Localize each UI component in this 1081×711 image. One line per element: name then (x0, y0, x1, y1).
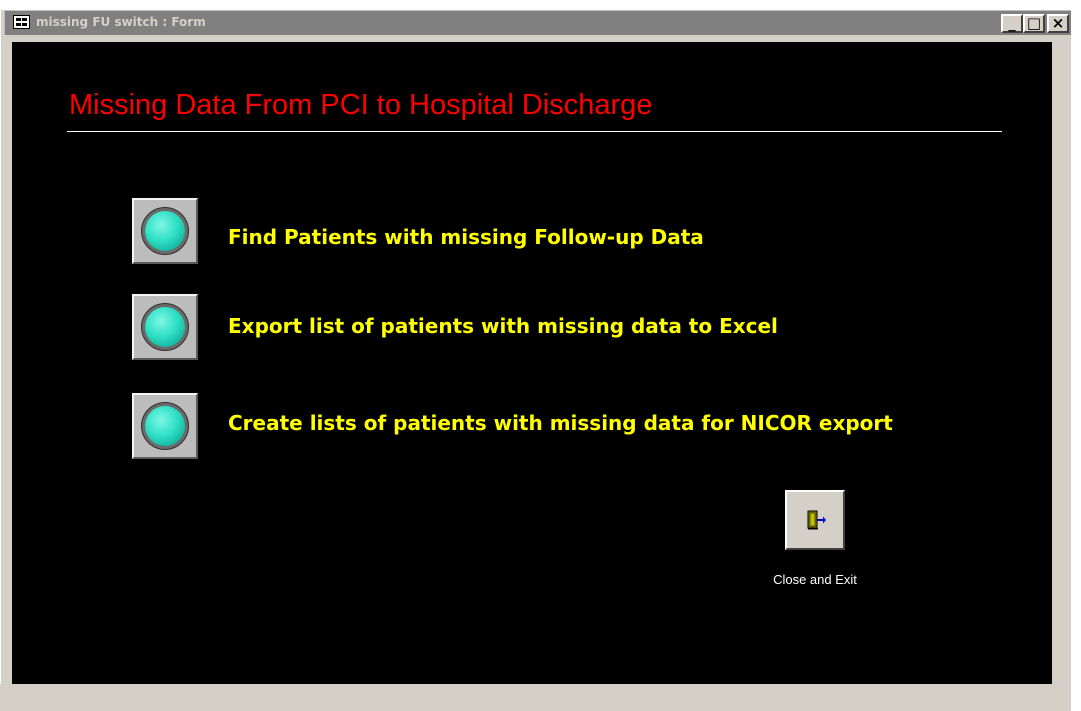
export-to-excel-label[interactable]: Export list of patients with missing dat… (228, 314, 778, 338)
title-bar[interactable]: missing FU switch : Form _ □ × (4, 10, 1071, 35)
find-missing-followup-label[interactable]: Find Patients with missing Follow-up Dat… (228, 225, 704, 249)
exit-door-icon (807, 510, 826, 530)
close-and-exit-label: Close and Exit (773, 572, 857, 587)
window-frame-bottom (0, 684, 1071, 711)
form-icon (13, 15, 30, 29)
teal-round-button-icon (141, 303, 189, 351)
find-missing-followup-button[interactable] (132, 198, 198, 264)
window-frame-top (4, 35, 1071, 42)
maximize-button[interactable]: □ (1023, 14, 1045, 33)
nicor-export-lists-label[interactable]: Create lists of patients with missing da… (228, 411, 893, 435)
minimize-button[interactable]: _ (1001, 14, 1023, 33)
teal-round-button-icon (141, 402, 189, 450)
export-to-excel-button[interactable] (132, 294, 198, 360)
window-title: missing FU switch : Form (36, 15, 206, 29)
form-body: Missing Data From PCI to Hospital Discha… (12, 42, 1052, 684)
heading-divider (67, 131, 1002, 132)
window-frame-right (1052, 35, 1071, 685)
close-window-button[interactable]: × (1047, 14, 1069, 33)
teal-round-button-icon (141, 207, 189, 255)
minimize-icon: _ (1008, 14, 1016, 32)
access-form-window: missing FU switch : Form _ □ × Missing D… (0, 0, 1081, 711)
nicor-export-lists-button[interactable] (132, 393, 198, 459)
close-and-exit-button[interactable] (785, 490, 845, 550)
form-heading: Missing Data From PCI to Hospital Discha… (69, 89, 653, 121)
window-frame-left (0, 10, 12, 711)
close-icon: × (1051, 14, 1065, 32)
maximize-icon: □ (1026, 14, 1042, 32)
